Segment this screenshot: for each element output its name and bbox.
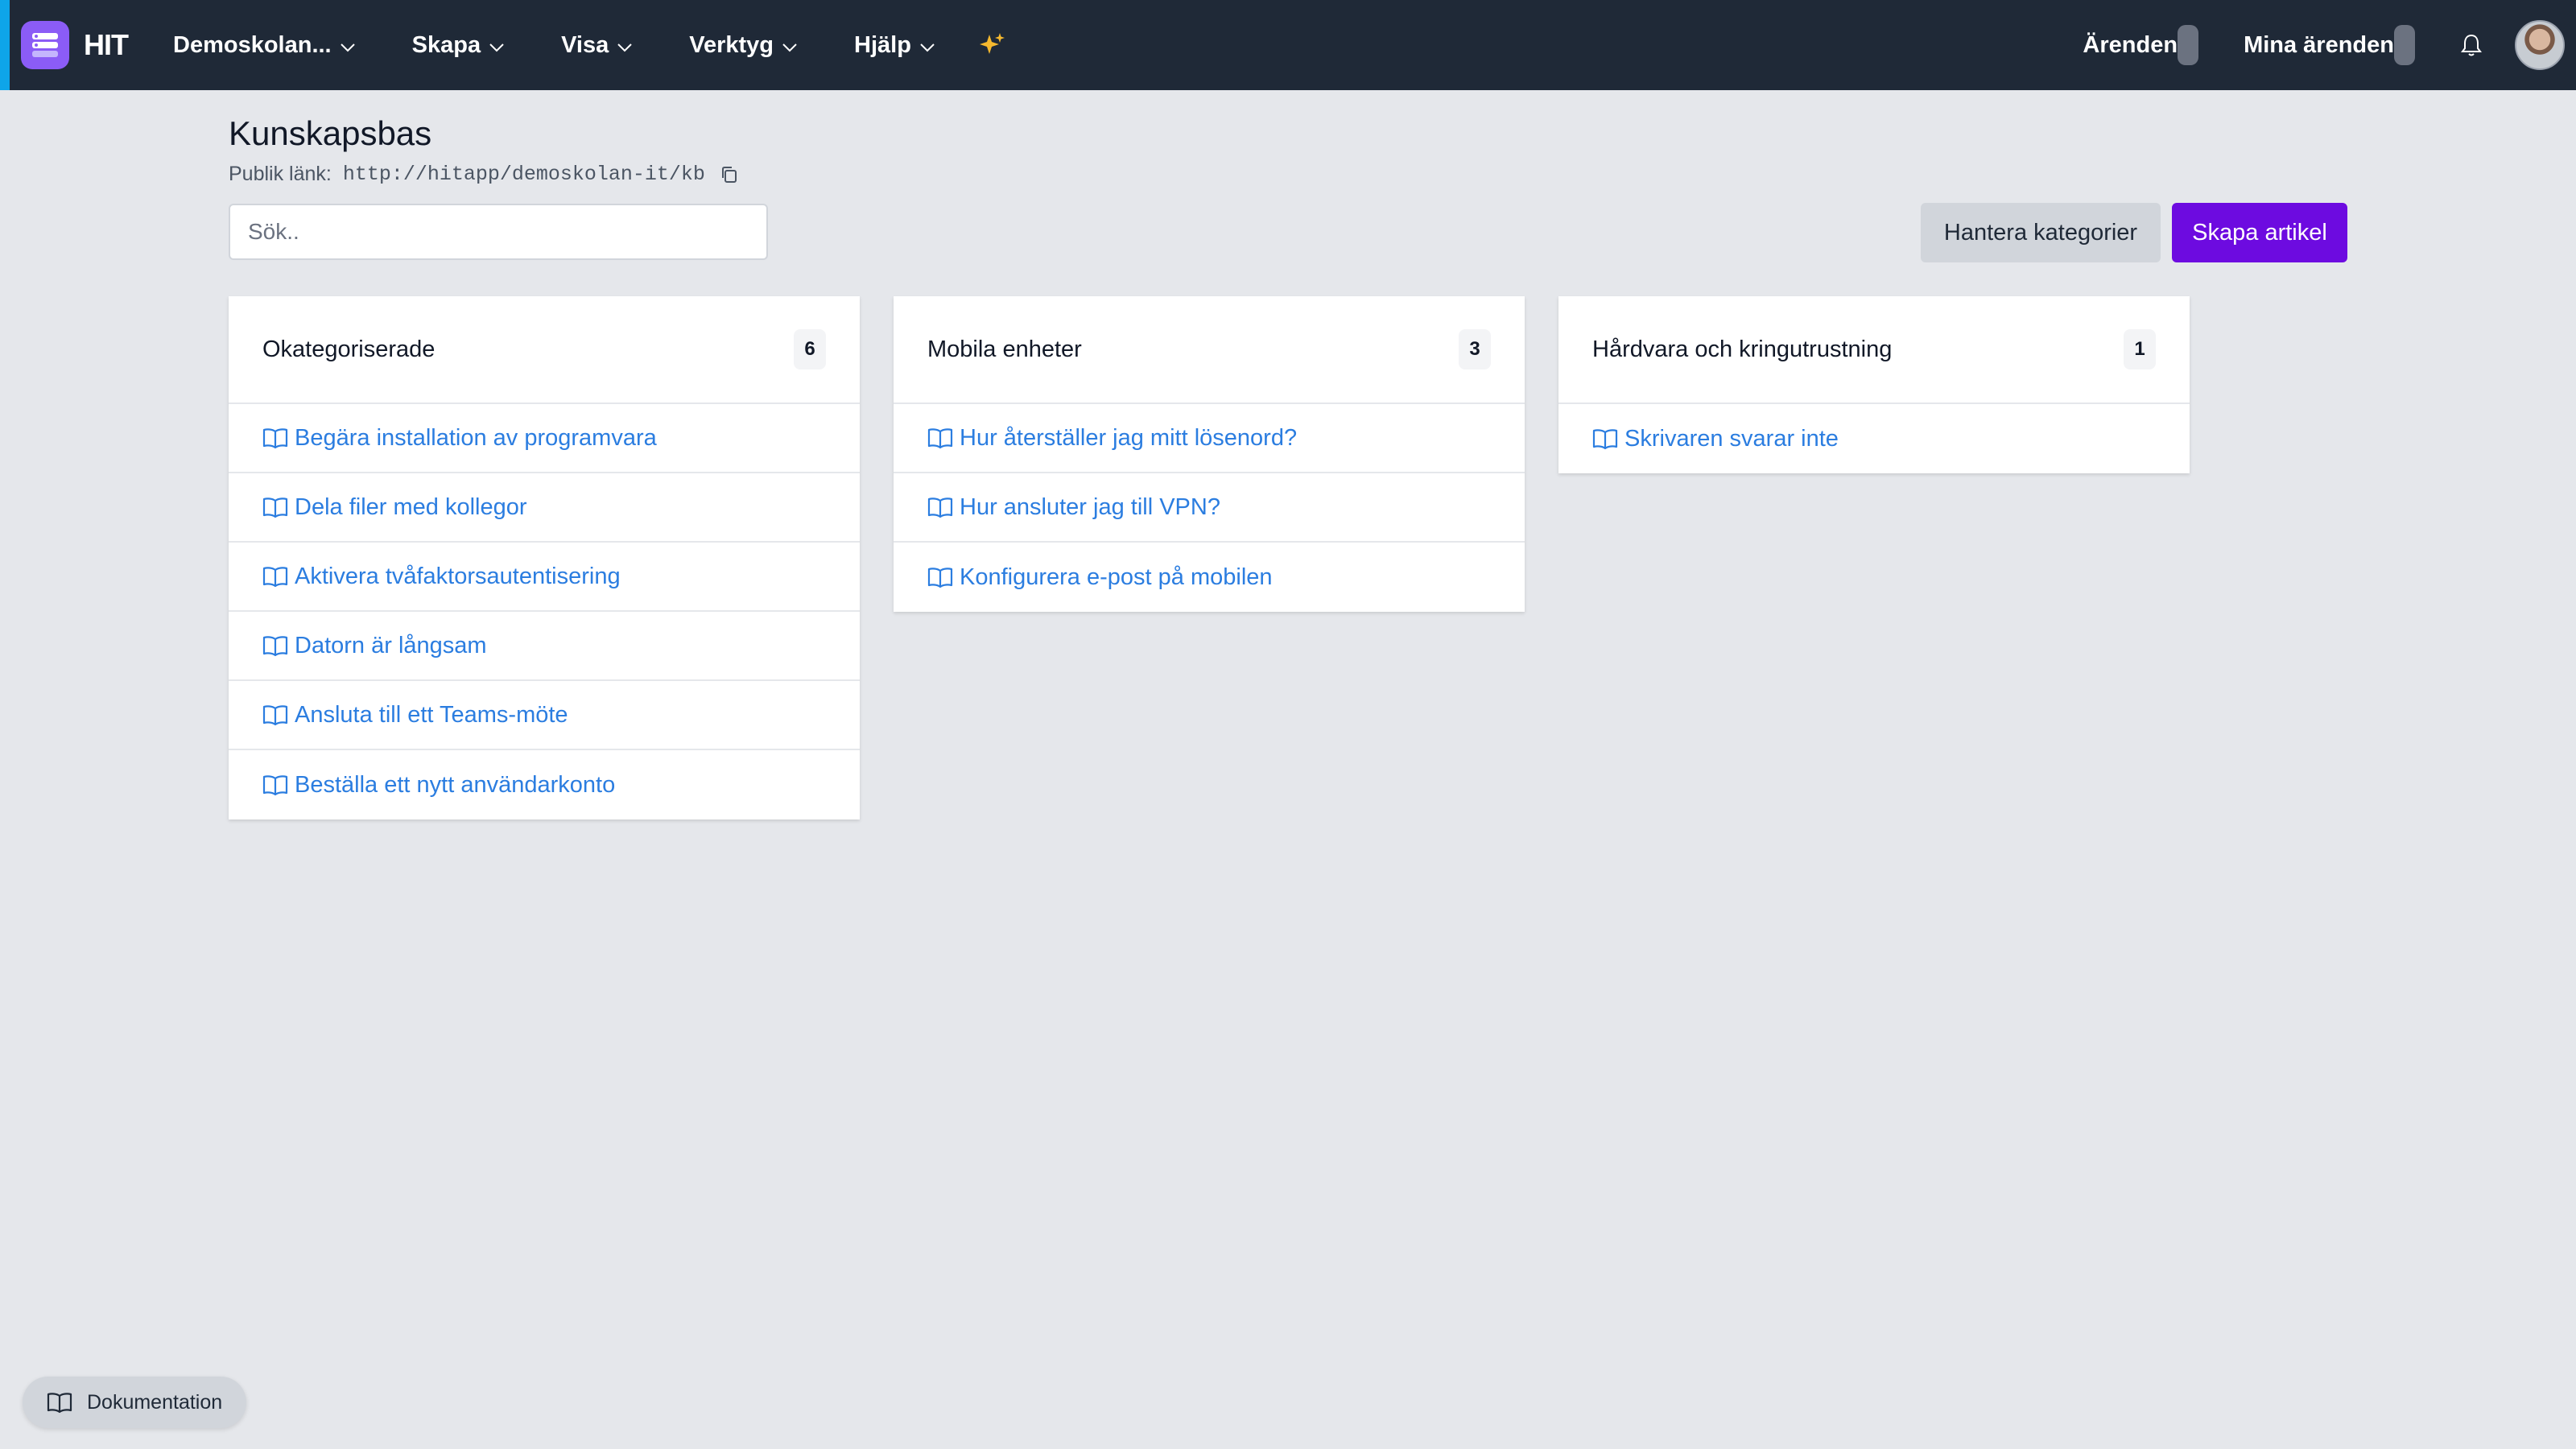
manage-categories-button[interactable]: Hantera kategorier (1921, 203, 2161, 262)
create-article-button[interactable]: Skapa artikel (2172, 203, 2347, 262)
book-icon (262, 496, 288, 518)
book-icon (262, 774, 288, 796)
main-menu: Demoskolan... Skapa Visa Verktyg Hjälp (173, 31, 1006, 59)
my-tickets-label: Mina ärenden (2244, 31, 2394, 58)
public-link-label: Publik länk: (229, 163, 332, 185)
article-title: Beställa ett nytt användarkonto (295, 771, 616, 798)
article-link[interactable]: Ansluta till ett Teams-möte (229, 681, 860, 750)
article-link[interactable]: Beställa ett nytt användarkonto (229, 750, 860, 819)
menu-tools[interactable]: Verktyg (689, 32, 798, 59)
menu-school-label: Demoskolan... (173, 31, 332, 58)
category-title: Okategoriserade (262, 336, 436, 362)
category-title: Hårdvara och kringutrustning (1592, 336, 1893, 362)
chevron-down-icon (340, 32, 356, 59)
user-avatar[interactable] (2515, 20, 2565, 70)
category-count-badge: 1 (2124, 329, 2156, 369)
documentation-label: Dokumentation (87, 1390, 223, 1414)
category-card-mobile-devices: Mobila enheter 3 Hur återställer jag mit… (894, 296, 1525, 612)
category-card-hardware: Hårdvara och kringutrustning 1 Skrivaren… (1558, 296, 2190, 473)
my-tickets-count-badge (2394, 25, 2415, 65)
category-card-uncategorized: Okategoriserade 6 Begära installation av… (229, 296, 860, 819)
book-icon (927, 566, 953, 588)
chevron-down-icon (782, 32, 798, 59)
menu-create[interactable]: Skapa (412, 32, 505, 59)
article-title: Aktivera tvåfaktorsautentisering (295, 563, 621, 589)
menu-view[interactable]: Visa (561, 32, 633, 59)
article-link[interactable]: Dela filer med kollegor (229, 473, 860, 543)
chevron-down-icon (489, 32, 505, 59)
article-title: Hur återställer jag mitt lösenord? (960, 424, 1298, 451)
app-name[interactable]: HIT (84, 28, 129, 62)
article-title: Datorn är långsam (295, 632, 487, 658)
menu-create-label: Skapa (411, 31, 481, 58)
book-icon (262, 634, 288, 657)
tickets-label: Ärenden (2083, 31, 2178, 58)
copy-icon[interactable] (720, 165, 739, 184)
menu-view-label: Visa (561, 31, 609, 58)
book-icon (262, 565, 288, 588)
category-title: Mobila enheter (927, 336, 1082, 362)
menu-tools-label: Verktyg (689, 31, 774, 58)
public-link-url[interactable]: http://hitapp/demoskolan-it/kb (343, 163, 705, 186)
article-link[interactable]: Konfigurera e-post på mobilen (894, 543, 1525, 612)
article-link[interactable]: Aktivera tvåfaktorsautentisering (229, 543, 860, 612)
my-tickets-link[interactable]: Mina ärenden (2244, 25, 2415, 65)
category-header[interactable]: Mobila enheter 3 (894, 296, 1525, 404)
tickets-link[interactable]: Ärenden (2083, 25, 2199, 65)
article-link[interactable]: Hur återställer jag mitt lösenord? (894, 404, 1525, 473)
nav-right: Ärenden Mina ärenden (2083, 20, 2576, 70)
documentation-button[interactable]: Dokumentation (23, 1377, 247, 1428)
chevron-down-icon (617, 32, 633, 59)
book-icon (262, 704, 288, 726)
article-link[interactable]: Datorn är långsam (229, 612, 860, 681)
public-link-row: Publik länk: http://hitapp/demoskolan-it… (229, 163, 739, 186)
book-icon (927, 427, 953, 449)
sparkle-icon[interactable] (979, 31, 1006, 59)
article-title: Konfigurera e-post på mobilen (960, 564, 1273, 590)
tickets-count-badge (2178, 25, 2199, 65)
book-icon (47, 1391, 72, 1414)
book-icon (1592, 427, 1618, 450)
page-title: Kunskapsbas (229, 114, 432, 152)
article-title: Ansluta till ett Teams-möte (295, 701, 568, 728)
category-count-badge: 6 (794, 329, 826, 369)
article-title: Dela filer med kollegor (295, 493, 527, 520)
article-link[interactable]: Begära installation av programvara (229, 404, 860, 473)
top-navbar: HIT Demoskolan... Skapa Visa Verktyg Hjä… (0, 0, 2576, 90)
category-header[interactable]: Okategoriserade 6 (229, 296, 860, 404)
app-logo-icon[interactable] (21, 21, 69, 69)
article-link[interactable]: Hur ansluter jag till VPN? (894, 473, 1525, 543)
menu-school-selector[interactable]: Demoskolan... (173, 32, 356, 59)
category-count-badge: 3 (1459, 329, 1491, 369)
book-icon (927, 496, 953, 518)
article-title: Skrivaren svarar inte (1624, 425, 1839, 452)
search-input[interactable] (229, 204, 768, 260)
article-link[interactable]: Skrivaren svarar inte (1558, 404, 2190, 473)
book-icon (262, 427, 288, 449)
chevron-down-icon (919, 32, 935, 59)
article-title: Hur ansluter jag till VPN? (960, 493, 1220, 520)
article-title: Begära installation av programvara (295, 424, 657, 451)
category-header[interactable]: Hårdvara och kringutrustning 1 (1558, 296, 2190, 404)
menu-help-label: Hjälp (854, 31, 911, 58)
menu-help[interactable]: Hjälp (854, 32, 935, 59)
bell-icon[interactable] (2460, 33, 2483, 57)
